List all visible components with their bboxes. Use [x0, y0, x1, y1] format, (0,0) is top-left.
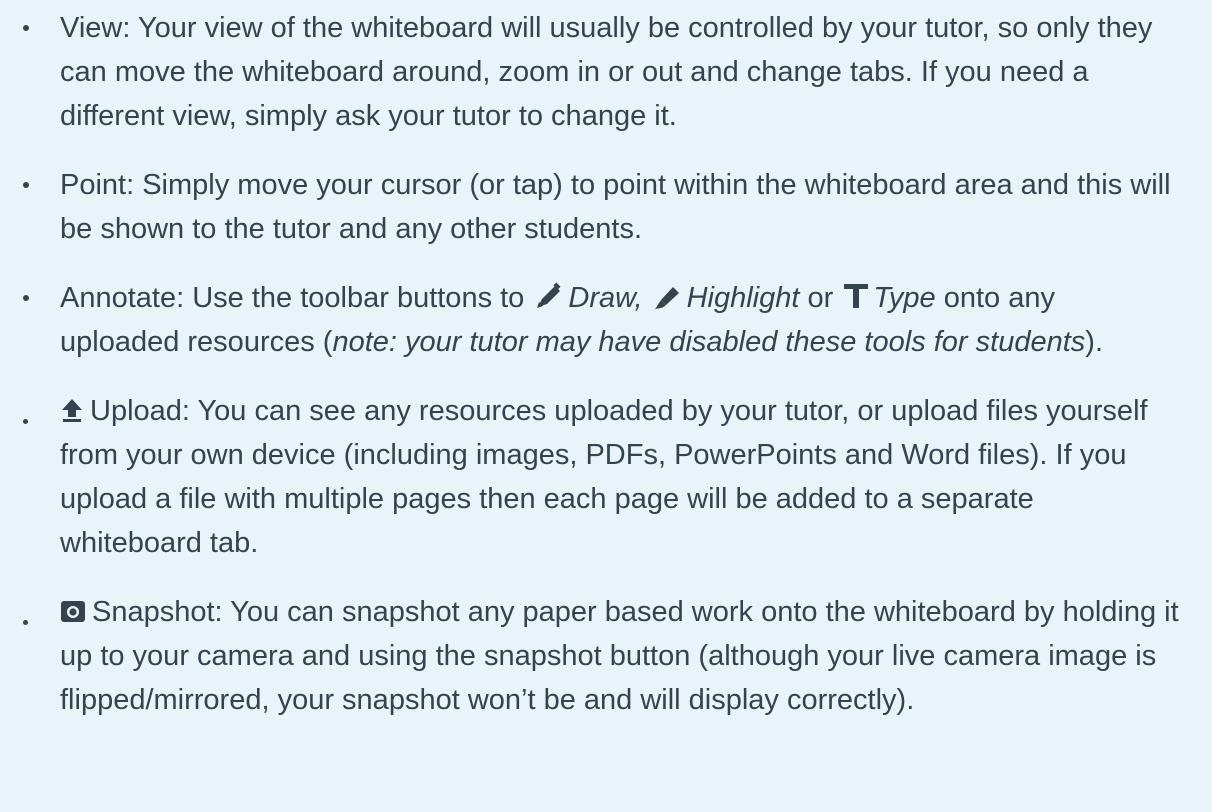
upload-text: Upload: You can see any resources upload…: [60, 395, 1148, 559]
list-item-annotate: Annotate: Use the toolbar buttons to Dra…: [23, 276, 1182, 364]
list-item-view: View: Your view of the whiteboard will u…: [23, 6, 1182, 138]
point-text: Point: Simply move your cursor (or tap) …: [60, 169, 1171, 245]
list-item-snapshot: Snapshot: You can snapshot any paper bas…: [23, 590, 1182, 722]
bullet: [23, 295, 29, 301]
snapshot-text: Snapshot: You can snapshot any paper bas…: [60, 596, 1179, 716]
camera-icon: [60, 598, 86, 624]
list-item-upload: Upload: You can see any resources upload…: [23, 389, 1182, 565]
type-label: Type: [873, 282, 936, 314]
annotate-note: note: your tutor may have disabled these…: [332, 326, 1086, 358]
annotate-end: ).: [1085, 326, 1103, 358]
highlighter-icon: [653, 282, 683, 310]
or-text: or: [799, 282, 842, 314]
view-text: View: Your view of the whiteboard will u…: [60, 12, 1153, 132]
bullet: [23, 182, 29, 188]
bullet: [23, 419, 28, 424]
bullet: [23, 25, 29, 31]
upload-icon: [60, 397, 84, 423]
bullet: [23, 620, 28, 625]
annotate-prefix: Annotate: Use the toolbar buttons to: [60, 282, 533, 314]
pencil-icon: [534, 282, 564, 310]
list-item-point: Point: Simply move your cursor (or tap) …: [23, 163, 1182, 251]
highlight-label: Highlight: [686, 282, 800, 314]
instructions-list: View: Your view of the whiteboard will u…: [0, 0, 1212, 722]
draw-label: Draw,: [568, 282, 643, 314]
type-icon: [843, 282, 869, 310]
